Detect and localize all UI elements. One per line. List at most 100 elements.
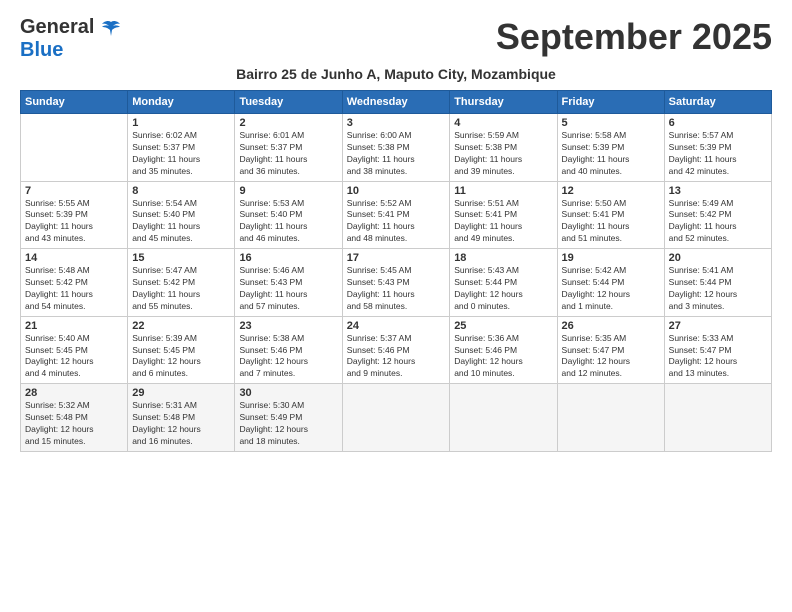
- day-info: Sunrise: 5:47 AMSunset: 5:42 PMDaylight:…: [132, 265, 230, 313]
- calendar-cell: 7Sunrise: 5:55 AMSunset: 5:39 PMDaylight…: [21, 181, 128, 249]
- calendar-cell: 10Sunrise: 5:52 AMSunset: 5:41 PMDayligh…: [342, 181, 449, 249]
- calendar-cell: 11Sunrise: 5:51 AMSunset: 5:41 PMDayligh…: [450, 181, 557, 249]
- day-number: 7: [25, 185, 123, 197]
- day-info: Sunrise: 5:51 AMSunset: 5:41 PMDaylight:…: [454, 198, 552, 246]
- day-number: 25: [454, 320, 552, 332]
- calendar-cell: 19Sunrise: 5:42 AMSunset: 5:44 PMDayligh…: [557, 249, 664, 317]
- day-info: Sunrise: 5:37 AMSunset: 5:46 PMDaylight:…: [347, 333, 445, 381]
- calendar-cell: 17Sunrise: 5:45 AMSunset: 5:43 PMDayligh…: [342, 249, 449, 317]
- calendar-cell: 13Sunrise: 5:49 AMSunset: 5:42 PMDayligh…: [664, 181, 771, 249]
- day-number: 28: [25, 387, 123, 399]
- calendar-cell: 18Sunrise: 5:43 AMSunset: 5:44 PMDayligh…: [450, 249, 557, 317]
- col-header-thursday: Thursday: [450, 91, 557, 114]
- calendar-cell: 30Sunrise: 5:30 AMSunset: 5:49 PMDayligh…: [235, 384, 342, 452]
- logo: General Blue: [20, 16, 122, 62]
- day-number: 27: [669, 320, 767, 332]
- day-info: Sunrise: 5:40 AMSunset: 5:45 PMDaylight:…: [25, 333, 123, 381]
- calendar-cell: 22Sunrise: 5:39 AMSunset: 5:45 PMDayligh…: [128, 316, 235, 384]
- calendar-cell: 20Sunrise: 5:41 AMSunset: 5:44 PMDayligh…: [664, 249, 771, 317]
- day-number: 2: [239, 117, 337, 129]
- day-number: 4: [454, 117, 552, 129]
- calendar-cell: 21Sunrise: 5:40 AMSunset: 5:45 PMDayligh…: [21, 316, 128, 384]
- day-number: 14: [25, 252, 123, 264]
- calendar-cell: 4Sunrise: 5:59 AMSunset: 5:38 PMDaylight…: [450, 114, 557, 182]
- day-info: Sunrise: 5:49 AMSunset: 5:42 PMDaylight:…: [669, 198, 767, 246]
- day-info: Sunrise: 5:52 AMSunset: 5:41 PMDaylight:…: [347, 198, 445, 246]
- day-info: Sunrise: 5:58 AMSunset: 5:39 PMDaylight:…: [562, 130, 660, 178]
- day-number: 23: [239, 320, 337, 332]
- day-number: 22: [132, 320, 230, 332]
- day-info: Sunrise: 5:31 AMSunset: 5:48 PMDaylight:…: [132, 400, 230, 448]
- day-info: Sunrise: 5:45 AMSunset: 5:43 PMDaylight:…: [347, 265, 445, 313]
- day-info: Sunrise: 5:30 AMSunset: 5:49 PMDaylight:…: [239, 400, 337, 448]
- day-number: 17: [347, 252, 445, 264]
- day-number: 3: [347, 117, 445, 129]
- day-number: 26: [562, 320, 660, 332]
- calendar-cell: 28Sunrise: 5:32 AMSunset: 5:48 PMDayligh…: [21, 384, 128, 452]
- day-number: 19: [562, 252, 660, 264]
- day-info: Sunrise: 5:53 AMSunset: 5:40 PMDaylight:…: [239, 198, 337, 246]
- day-info: Sunrise: 5:54 AMSunset: 5:40 PMDaylight:…: [132, 198, 230, 246]
- day-number: 10: [347, 185, 445, 197]
- day-info: Sunrise: 5:46 AMSunset: 5:43 PMDaylight:…: [239, 265, 337, 313]
- calendar-cell: 29Sunrise: 5:31 AMSunset: 5:48 PMDayligh…: [128, 384, 235, 452]
- day-info: Sunrise: 6:01 AMSunset: 5:37 PMDaylight:…: [239, 130, 337, 178]
- col-header-friday: Friday: [557, 91, 664, 114]
- col-header-wednesday: Wednesday: [342, 91, 449, 114]
- col-header-saturday: Saturday: [664, 91, 771, 114]
- day-number: 6: [669, 117, 767, 129]
- col-header-tuesday: Tuesday: [235, 91, 342, 114]
- day-info: Sunrise: 5:50 AMSunset: 5:41 PMDaylight:…: [562, 198, 660, 246]
- calendar-cell: [450, 384, 557, 452]
- day-info: Sunrise: 5:39 AMSunset: 5:45 PMDaylight:…: [132, 333, 230, 381]
- day-info: Sunrise: 5:43 AMSunset: 5:44 PMDaylight:…: [454, 265, 552, 313]
- day-info: Sunrise: 5:38 AMSunset: 5:46 PMDaylight:…: [239, 333, 337, 381]
- day-number: 30: [239, 387, 337, 399]
- calendar-cell: 1Sunrise: 6:02 AMSunset: 5:37 PMDaylight…: [128, 114, 235, 182]
- col-header-monday: Monday: [128, 91, 235, 114]
- day-info: Sunrise: 5:41 AMSunset: 5:44 PMDaylight:…: [669, 265, 767, 313]
- calendar-cell: 8Sunrise: 5:54 AMSunset: 5:40 PMDaylight…: [128, 181, 235, 249]
- calendar-subtitle: Bairro 25 de Junho A, Maputo City, Mozam…: [20, 66, 772, 82]
- day-info: Sunrise: 5:35 AMSunset: 5:47 PMDaylight:…: [562, 333, 660, 381]
- logo-bird-icon: [100, 20, 122, 38]
- col-header-sunday: Sunday: [21, 91, 128, 114]
- day-info: Sunrise: 5:57 AMSunset: 5:39 PMDaylight:…: [669, 130, 767, 178]
- calendar-cell: [21, 114, 128, 182]
- day-info: Sunrise: 5:55 AMSunset: 5:39 PMDaylight:…: [25, 198, 123, 246]
- calendar-cell: 3Sunrise: 6:00 AMSunset: 5:38 PMDaylight…: [342, 114, 449, 182]
- logo-blue: Blue: [20, 39, 63, 61]
- calendar-cell: [664, 384, 771, 452]
- calendar-cell: 5Sunrise: 5:58 AMSunset: 5:39 PMDaylight…: [557, 114, 664, 182]
- day-info: Sunrise: 6:00 AMSunset: 5:38 PMDaylight:…: [347, 130, 445, 178]
- day-number: 18: [454, 252, 552, 264]
- calendar-cell: 16Sunrise: 5:46 AMSunset: 5:43 PMDayligh…: [235, 249, 342, 317]
- day-number: 12: [562, 185, 660, 197]
- day-number: 8: [132, 185, 230, 197]
- day-number: 16: [239, 252, 337, 264]
- day-info: Sunrise: 5:59 AMSunset: 5:38 PMDaylight:…: [454, 130, 552, 178]
- day-number: 21: [25, 320, 123, 332]
- day-info: Sunrise: 5:33 AMSunset: 5:47 PMDaylight:…: [669, 333, 767, 381]
- calendar-cell: 25Sunrise: 5:36 AMSunset: 5:46 PMDayligh…: [450, 316, 557, 384]
- calendar-cell: [557, 384, 664, 452]
- day-number: 11: [454, 185, 552, 197]
- calendar-cell: 23Sunrise: 5:38 AMSunset: 5:46 PMDayligh…: [235, 316, 342, 384]
- calendar-cell: 9Sunrise: 5:53 AMSunset: 5:40 PMDaylight…: [235, 181, 342, 249]
- month-title: September 2025: [496, 16, 772, 58]
- day-number: 20: [669, 252, 767, 264]
- day-number: 1: [132, 117, 230, 129]
- calendar-cell: 12Sunrise: 5:50 AMSunset: 5:41 PMDayligh…: [557, 181, 664, 249]
- day-number: 15: [132, 252, 230, 264]
- day-info: Sunrise: 6:02 AMSunset: 5:37 PMDaylight:…: [132, 130, 230, 178]
- logo-general: General: [20, 16, 94, 38]
- calendar-cell: [342, 384, 449, 452]
- calendar-cell: 15Sunrise: 5:47 AMSunset: 5:42 PMDayligh…: [128, 249, 235, 317]
- calendar-cell: 14Sunrise: 5:48 AMSunset: 5:42 PMDayligh…: [21, 249, 128, 317]
- calendar-table: SundayMondayTuesdayWednesdayThursdayFrid…: [20, 90, 772, 452]
- calendar-cell: 26Sunrise: 5:35 AMSunset: 5:47 PMDayligh…: [557, 316, 664, 384]
- calendar-cell: 6Sunrise: 5:57 AMSunset: 5:39 PMDaylight…: [664, 114, 771, 182]
- day-info: Sunrise: 5:36 AMSunset: 5:46 PMDaylight:…: [454, 333, 552, 381]
- day-number: 24: [347, 320, 445, 332]
- day-info: Sunrise: 5:32 AMSunset: 5:48 PMDaylight:…: [25, 400, 123, 448]
